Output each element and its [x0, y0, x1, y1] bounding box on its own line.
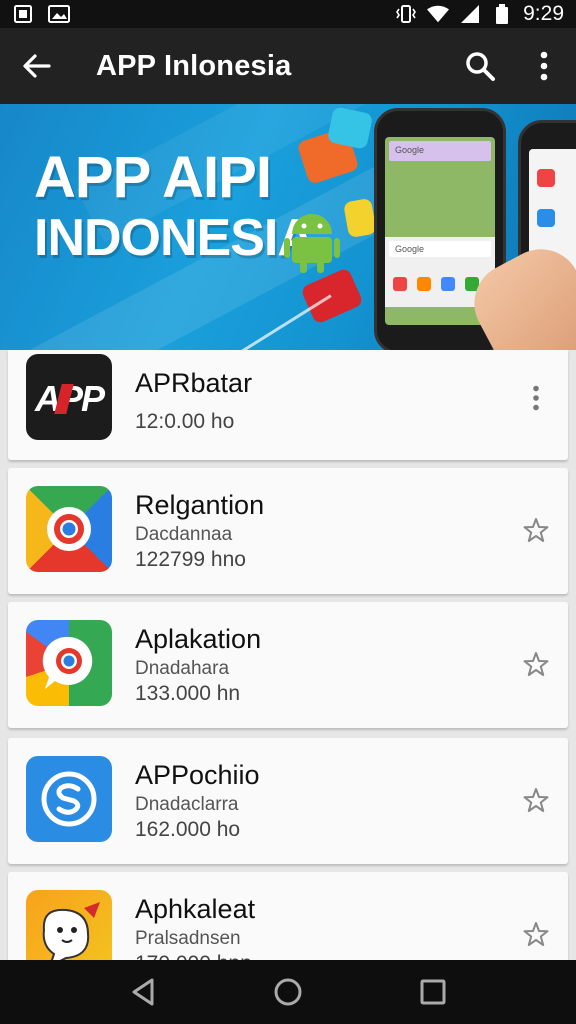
status-bar: 9:29	[0, 0, 576, 28]
phone-search-bar: Google	[389, 141, 491, 161]
battery-icon	[491, 4, 513, 24]
app-name: APPochiio	[135, 760, 260, 790]
app-icon-chat	[26, 620, 112, 706]
promo-banner[interactable]: APP AIPI INDONESIA Google Google	[0, 104, 576, 350]
search-button[interactable]	[448, 28, 512, 104]
app-size: 122799 hno	[135, 548, 246, 571]
notification-screenshot-icon	[12, 4, 34, 24]
system-nav-bar	[0, 960, 576, 1024]
more-vert-icon	[540, 51, 548, 81]
list-item[interactable]: APP APRbatar 12:0.00 ho	[8, 350, 568, 460]
back-arrow-icon	[23, 54, 51, 78]
app-icon-chrome	[26, 486, 112, 572]
nav-recents-button[interactable]	[403, 962, 463, 1022]
favorite-button[interactable]	[518, 512, 554, 548]
app-icon-s	[26, 756, 112, 842]
sticker-red	[300, 267, 364, 325]
phone-app-icon	[393, 277, 407, 291]
search-icon	[466, 52, 495, 81]
app-developer: Dnadaclarra	[135, 794, 239, 815]
app-bar: APP Inlonesia	[0, 28, 576, 104]
star-outline-icon	[523, 518, 549, 542]
star-outline-icon	[523, 788, 549, 812]
nav-recents-icon	[420, 979, 446, 1005]
list-item[interactable]: Relgantion Dacdannaa 122799 hno	[8, 468, 568, 594]
app-name: Aphkaleat	[135, 894, 256, 924]
app-developer: Pralsadnsen	[135, 928, 241, 949]
more-options-button[interactable]	[512, 28, 576, 104]
phone-app-icon	[441, 277, 455, 291]
back-button[interactable]	[0, 28, 72, 104]
item-overflow-button[interactable]	[518, 380, 554, 416]
star-outline-icon	[523, 652, 549, 676]
s-logo-icon	[41, 771, 97, 827]
notification-image-icon	[48, 4, 70, 24]
app-name: APRbatar	[135, 368, 253, 398]
app-size: 162.000 ho	[135, 818, 241, 841]
star-outline-icon	[523, 922, 549, 946]
nav-back-icon	[132, 978, 154, 1006]
nav-home-icon	[274, 978, 302, 1006]
phone-search-bar-2: Google	[389, 241, 491, 257]
nav-home-button[interactable]	[258, 962, 318, 1022]
phone-app-icon	[537, 209, 555, 227]
favorite-button[interactable]	[518, 916, 554, 952]
app-size: 12:0.00 ho	[135, 410, 235, 433]
app-developer: Dnadahara	[135, 658, 230, 679]
app-name: Aplakation	[135, 624, 262, 654]
app-size: 170.000 hnn	[135, 952, 252, 960]
chrome-logo-icon	[47, 507, 91, 551]
wifi-icon	[427, 4, 450, 24]
app-icon-app: APP	[26, 354, 112, 440]
sticker-yellow	[343, 197, 377, 239]
app-icon-character	[26, 890, 112, 960]
nav-back-button[interactable]	[113, 962, 173, 1022]
app-size: 133.000 hn	[135, 682, 241, 705]
app-name: Relgantion	[135, 490, 265, 520]
android-robot-icon	[284, 214, 340, 273]
banner-title-line1: APP AIPI	[34, 145, 272, 210]
phone-app-icon	[537, 169, 555, 187]
status-time: 9:29	[523, 2, 564, 25]
cartoon-character-icon	[42, 902, 100, 960]
banner-title-line2: INDONESIA	[34, 209, 315, 267]
list-item[interactable]: Aplakation Dnadahara 133.000 hn	[8, 602, 568, 728]
signal-icon	[459, 4, 481, 24]
more-vert-icon	[533, 385, 539, 411]
vibrate-icon	[395, 4, 417, 24]
list-item[interactable]: APPochiio Dnadaclarra 162.000 ho	[8, 738, 568, 864]
phone-app-icon	[417, 277, 431, 291]
app-title: APP Inlonesia	[96, 49, 292, 82]
favorite-button[interactable]	[518, 782, 554, 818]
favorite-button[interactable]	[518, 646, 554, 682]
app-developer: Dacdannaa	[135, 524, 233, 545]
chat-bubble-icon	[42, 636, 93, 689]
app-list: APP APRbatar 12:0.00 ho Relgantion Dacda…	[0, 350, 576, 960]
list-item[interactable]: Aphkaleat Pralsadnsen 170.000 hnn	[8, 872, 568, 960]
